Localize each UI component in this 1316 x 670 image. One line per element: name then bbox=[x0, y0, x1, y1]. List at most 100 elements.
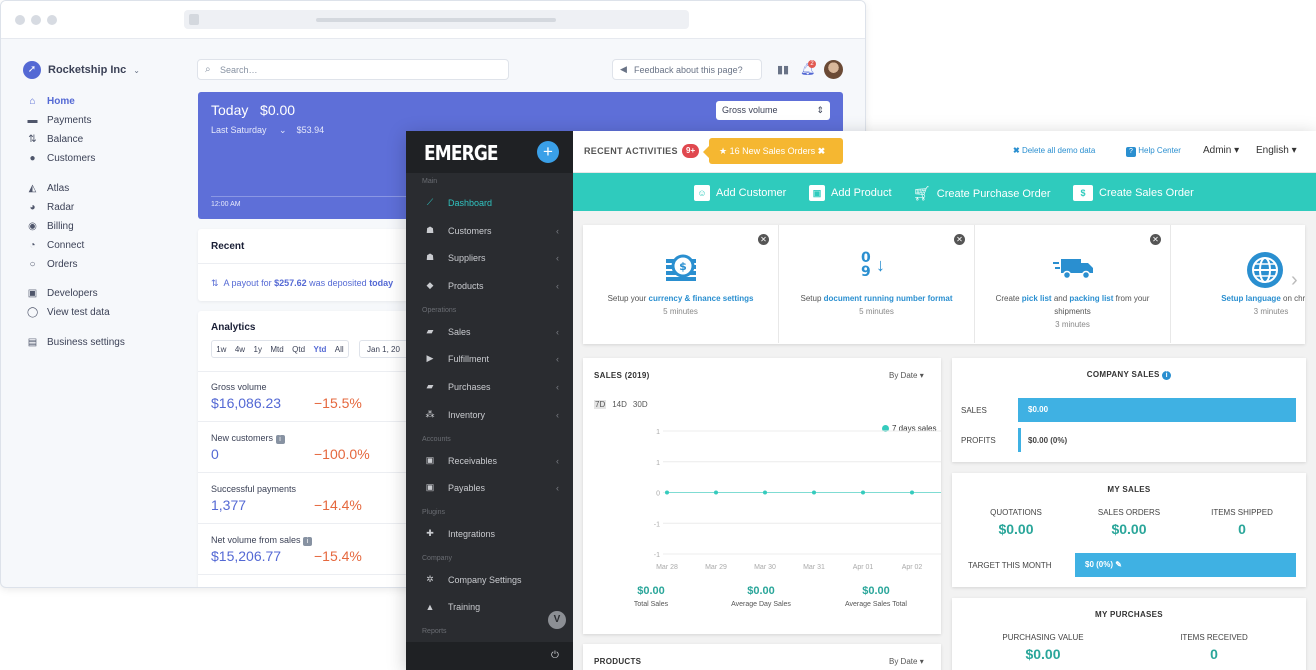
nav-sales[interactable]: ▰ Sales ‹ bbox=[424, 326, 559, 337]
payout-notice[interactable]: ⇅ A payout for $257.62 was deposited tod… bbox=[211, 278, 393, 289]
setup-link[interactable]: pick list bbox=[1022, 294, 1052, 303]
setup-card-currency[interactable]: ✕ $ Setup your currency & finance settin… bbox=[583, 225, 779, 343]
nav-inventory[interactable]: ⁂ Inventory ‹ bbox=[424, 409, 560, 420]
dismiss-icon[interactable]: ✕ bbox=[758, 234, 769, 245]
setup-card-picklist[interactable]: ✕ Create pick list and packing list from… bbox=[975, 225, 1171, 343]
feedback-button[interactable]: ◀ Feedback about this page? bbox=[612, 59, 762, 80]
help-center-link[interactable]: ? Help Center bbox=[1126, 146, 1181, 157]
range-mtd[interactable]: Mtd bbox=[270, 345, 283, 354]
create-sales-order-button[interactable]: $ Create Sales Order bbox=[1073, 185, 1194, 201]
avatar[interactable] bbox=[824, 60, 843, 79]
sort-numeric-icon: 09 bbox=[861, 250, 871, 280]
delete-demo-link[interactable]: ✖ Delete all demo data bbox=[1013, 146, 1095, 155]
sidebar-item-developers[interactable]: ▣ Developers bbox=[27, 288, 98, 299]
money-icon: ▣ bbox=[425, 455, 435, 465]
nav-products[interactable]: ◆ Products ‹ bbox=[424, 280, 559, 291]
purchasing-value: $0.00 bbox=[1025, 646, 1061, 662]
section-label: Main bbox=[422, 178, 438, 185]
products-by-date-dropdown[interactable]: By Date ▾ bbox=[889, 657, 924, 666]
carousel-next-icon[interactable]: › bbox=[1291, 269, 1298, 292]
sales-by-date-dropdown[interactable]: By Date ▾ bbox=[889, 371, 924, 380]
comparison-select[interactable]: Last Saturday ⌄ $53.94 bbox=[211, 125, 324, 136]
sidebar-item-billing[interactable]: ◉ Billing bbox=[27, 221, 74, 232]
info-icon[interactable]: i bbox=[275, 435, 285, 444]
address-bar[interactable] bbox=[184, 10, 689, 29]
create-purchase-order-button[interactable]: 🛒︎ Create Purchase Order bbox=[913, 185, 1051, 202]
data-point[interactable] bbox=[861, 490, 865, 495]
sidebar-item-balance[interactable]: ⇅ Balance bbox=[27, 134, 83, 145]
setup-card-language[interactable]: Setup language on chrome3 minutes bbox=[1171, 225, 1305, 343]
dismiss-icon[interactable]: ✕ bbox=[954, 234, 965, 245]
data-point[interactable] bbox=[910, 490, 914, 495]
sidebar-item-radar[interactable]: ◕ Radar bbox=[27, 202, 74, 213]
company-switcher[interactable]: ➚ Rocketship Inc ⌄ bbox=[23, 61, 140, 79]
metric-label: Net volume from sales i bbox=[211, 535, 313, 546]
pencil-icon[interactable]: ✎ bbox=[1115, 560, 1122, 569]
range-qtd[interactable]: Qtd bbox=[292, 345, 305, 354]
add-customer-button[interactable]: ☺ Add Customer bbox=[694, 185, 786, 201]
setup-link[interactable]: currency & finance settings bbox=[649, 294, 754, 303]
nav-purchases[interactable]: ▰ Purchases ‹ bbox=[424, 381, 559, 392]
data-point[interactable] bbox=[714, 490, 718, 495]
metric-value: 0 bbox=[211, 446, 219, 462]
setup-link[interactable]: Setup language bbox=[1221, 294, 1281, 303]
sidebar-item-orders[interactable]: ○ Orders bbox=[27, 259, 77, 270]
close-icon[interactable]: ✖ bbox=[818, 146, 826, 156]
range-1y[interactable]: 1y bbox=[254, 345, 262, 354]
setup-link[interactable]: packing list bbox=[1069, 294, 1113, 303]
metric-select[interactable]: Gross volume ⇕ bbox=[716, 101, 830, 120]
sales-bar: $0.00 bbox=[1018, 398, 1296, 422]
nav-suppliers[interactable]: ☗ Suppliers ‹ bbox=[424, 252, 559, 263]
scroll-down-icon[interactable]: V bbox=[548, 611, 566, 629]
target-bar[interactable]: $0 (0%) ✎ bbox=[1075, 553, 1296, 577]
power-icon[interactable]: ⏻ bbox=[551, 650, 559, 661]
data-point[interactable] bbox=[812, 490, 816, 495]
book-icon[interactable]: ▮▮ bbox=[777, 63, 789, 76]
range-ytd[interactable]: Ytd bbox=[313, 345, 326, 354]
nav-customers[interactable]: ☗ Customers ‹ bbox=[424, 225, 559, 236]
language-dropdown[interactable]: English ▾ bbox=[1256, 145, 1297, 156]
info-icon[interactable]: i bbox=[303, 537, 313, 546]
sidebar-item-business-settings[interactable]: ▤ Business settings bbox=[27, 337, 125, 348]
window-close-dot[interactable] bbox=[15, 15, 25, 25]
info-icon[interactable]: i bbox=[1162, 371, 1172, 380]
range-1w[interactable]: 1w bbox=[216, 345, 226, 354]
quick-actions-bar: ☺ Add Customer ▣ Add Product 🛒︎ Create Purc… bbox=[573, 173, 1316, 211]
nav-payables[interactable]: ▣ Payables ‹ bbox=[424, 482, 559, 493]
new-orders-toast[interactable]: ★ 16 New Sales Orders ✖ bbox=[709, 138, 843, 164]
sidebar-item-payments[interactable]: ▬ Payments bbox=[27, 115, 92, 126]
nav-dashboard[interactable]: ⟋ Dashboard bbox=[424, 197, 559, 208]
range-selector[interactable]: 1w 4w 1y Mtd Qtd Ytd All bbox=[211, 340, 349, 358]
range-all[interactable]: All bbox=[335, 345, 344, 354]
nav-receivables[interactable]: ▣ Receivables ‹ bbox=[424, 455, 559, 466]
setup-card-numbering[interactable]: ✕ 09 ↓ Setup document running number for… bbox=[779, 225, 975, 343]
cart-icon: 🛒︎ bbox=[913, 185, 931, 201]
nav-integrations[interactable]: ✚ Integrations bbox=[424, 528, 559, 539]
sidebar-item-home[interactable]: ⌂ Home bbox=[27, 96, 74, 107]
arrow-down-icon: ↓ bbox=[876, 255, 885, 275]
sidebar-item-atlas[interactable]: ◭ Atlas bbox=[27, 183, 70, 194]
search-input[interactable]: ⌕ Search… bbox=[197, 59, 509, 80]
dismiss-icon[interactable]: ✕ bbox=[1150, 234, 1161, 245]
range-4w[interactable]: 4w bbox=[235, 345, 245, 354]
sidebar-item-view-test-data[interactable]: ◯ View test data bbox=[27, 307, 110, 318]
recent-activities-link[interactable]: RECENT ACTIVITIES bbox=[584, 146, 678, 156]
data-point[interactable] bbox=[763, 490, 767, 495]
home-icon: ⌂ bbox=[29, 96, 36, 107]
nav-company-settings[interactable]: ✲ Company Settings bbox=[424, 574, 559, 585]
add-product-button[interactable]: ▣ Add Product bbox=[809, 185, 892, 201]
data-point[interactable] bbox=[665, 490, 669, 495]
window-maximize-dot[interactable] bbox=[47, 15, 57, 25]
nav-fulfillment[interactable]: ▶ Fulfillment ‹ bbox=[424, 353, 559, 364]
metric-change: −15.5% bbox=[314, 395, 362, 411]
sidebar-item-customers[interactable]: ● Customers bbox=[27, 153, 95, 164]
sidebar-item-connect[interactable]: ◔ Connect bbox=[27, 240, 84, 251]
add-button[interactable]: + bbox=[537, 141, 559, 163]
nav-training[interactable]: ▲ Training bbox=[424, 602, 559, 612]
period-14d[interactable]: 14D bbox=[612, 400, 627, 409]
setup-link[interactable]: document running number format bbox=[824, 294, 953, 303]
admin-dropdown[interactable]: Admin ▾ bbox=[1203, 145, 1239, 156]
period-30d[interactable]: 30D bbox=[633, 400, 648, 409]
period-7d[interactable]: 7D bbox=[594, 400, 607, 409]
window-minimize-dot[interactable] bbox=[31, 15, 41, 25]
